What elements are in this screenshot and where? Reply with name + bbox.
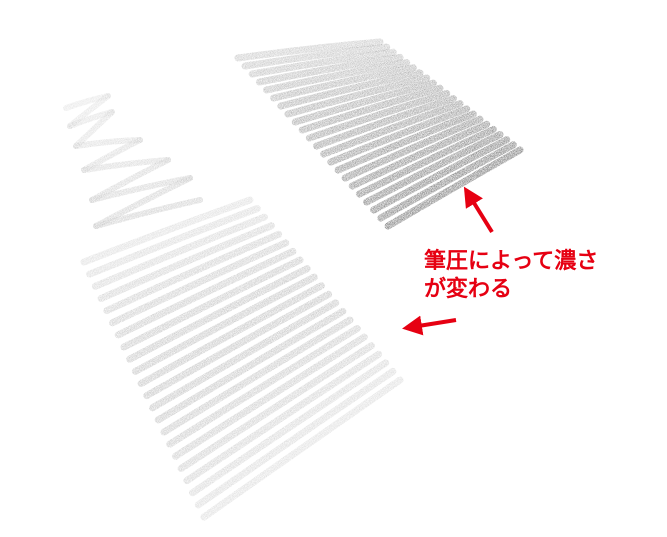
dark-hatch-patch <box>234 38 524 230</box>
arrow-to-light-patch <box>402 315 457 336</box>
pressure-annotation-text: 筆圧によって濃さ が変わる <box>424 249 599 302</box>
arrow-to-dark-patch <box>463 186 494 234</box>
illustration-canvas: 筆圧によって濃さ が変わる <box>0 0 667 537</box>
light-hatch-patch <box>63 93 404 521</box>
